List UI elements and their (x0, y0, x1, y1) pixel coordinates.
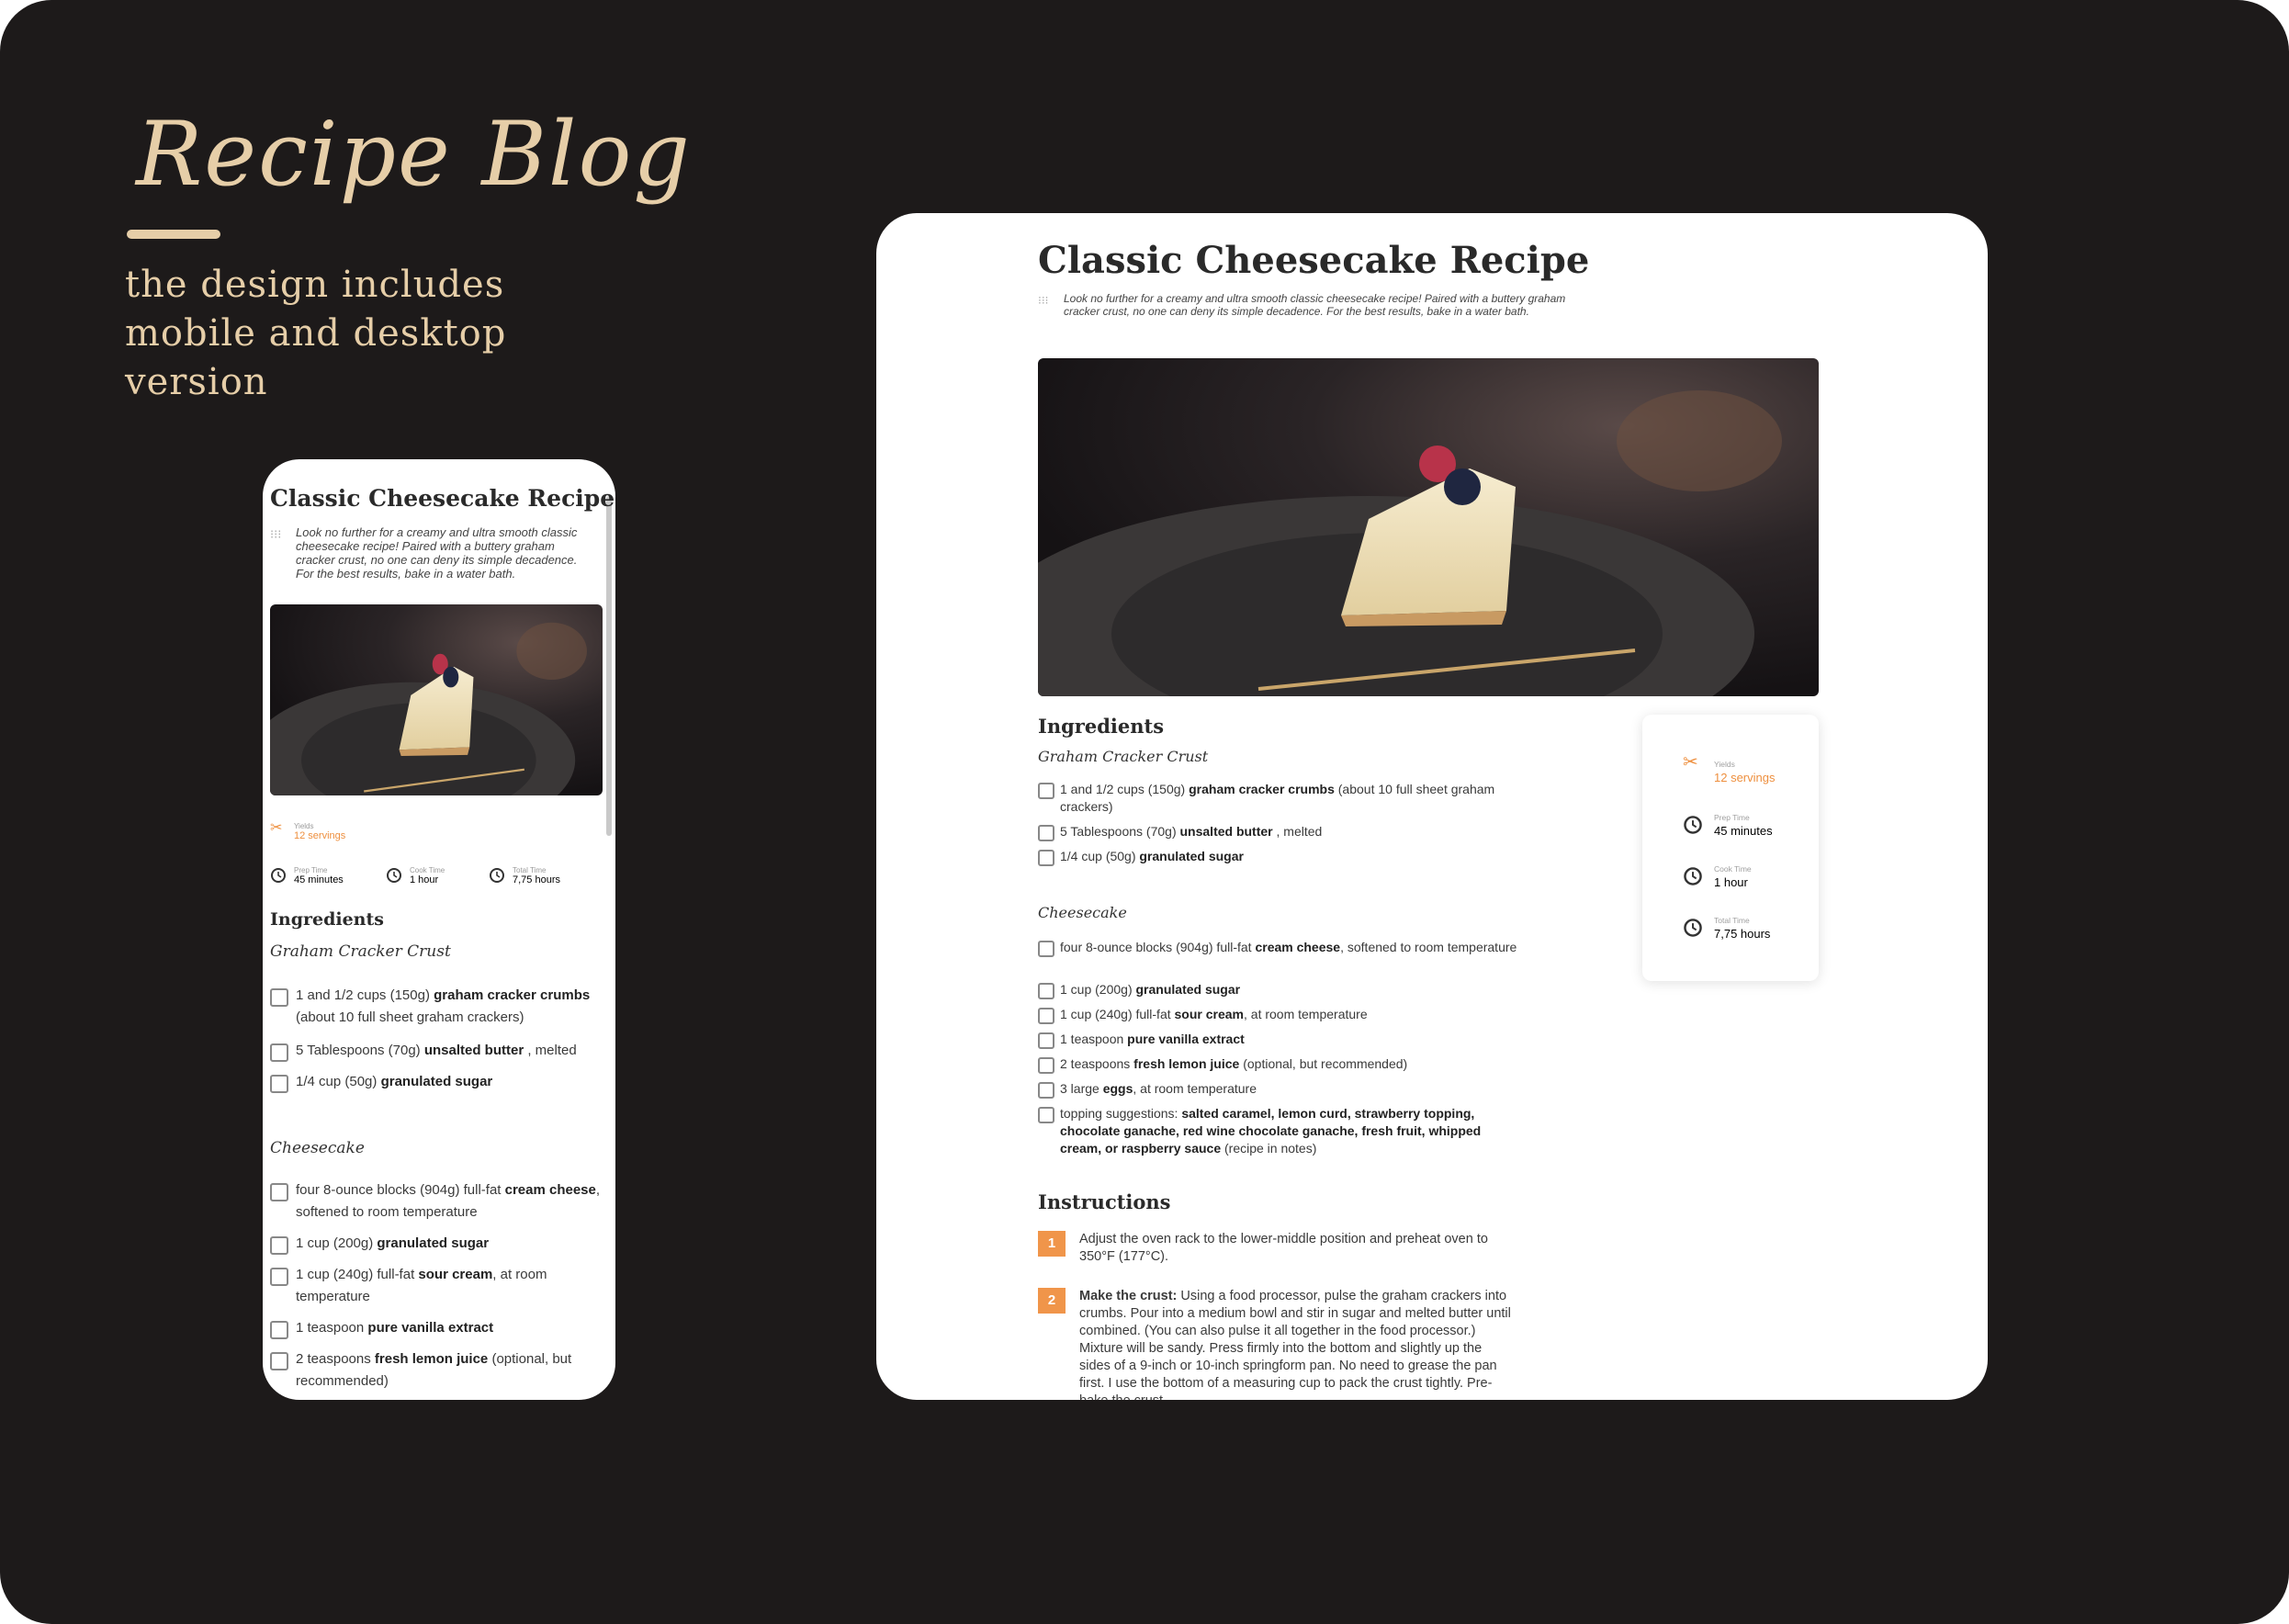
recipe-photo (1038, 358, 1819, 696)
recipe-photo (270, 604, 603, 795)
instruction-step: 2 Make the crust: Using a food processor… (1038, 1288, 1516, 1400)
ingredient-item[interactable]: 1 and 1/2 cups (150g) graham cracker cru… (1038, 781, 1525, 816)
recipe-description: ⁝⁝⁝ Look no further for a creamy and ult… (270, 525, 578, 581)
ingredients-heading: Ingredients (270, 909, 384, 930)
clock-icon (490, 868, 504, 883)
ingredient-item[interactable]: 5 Tablespoons (70g) unsalted butter , me… (270, 1040, 604, 1062)
mobile-mockup: Classic Cheesecake Recipe ⁝⁝⁝ Look no fu… (263, 459, 615, 1400)
cheesecake-heading: Cheesecake (270, 1139, 365, 1157)
checkbox-icon[interactable] (270, 1321, 288, 1339)
ingredient-item[interactable]: 1/4 cup (50g) granulated sugar (1038, 848, 1525, 866)
title-underline (127, 230, 220, 239)
fork-knife-icon: ✂ (270, 820, 283, 836)
ingredient-item[interactable]: 1 and 1/2 cups (150g) graham cracker cru… (270, 985, 604, 1029)
checkbox-icon[interactable] (270, 1043, 288, 1062)
cook-time-stat: Cook Time 1 hour (386, 865, 445, 885)
recipe-title: Classic Cheesecake Recipe (270, 485, 615, 512)
prep-time-stat: Prep Time 45 minutes (270, 865, 344, 885)
checkbox-icon[interactable] (1038, 1008, 1054, 1024)
crust-heading: Graham Cracker Crust (1038, 748, 1209, 765)
cook-time-stat: Cook Time 1 hour (1683, 863, 1752, 888)
grip-icon: ⁝⁝⁝ (1038, 294, 1049, 307)
checkbox-icon[interactable] (1038, 1107, 1054, 1123)
recipe-title: Classic Cheesecake Recipe (1038, 239, 1590, 282)
ingredient-item[interactable]: 3 large eggs, at room temperature (1038, 1080, 1525, 1099)
total-time-stat: Total Time 7,75 hours (489, 865, 560, 885)
showcase-title: Recipe Blog (136, 103, 692, 206)
scrollbar[interactable] (606, 496, 612, 836)
clock-icon (1684, 919, 1702, 937)
checkbox-icon[interactable] (1038, 983, 1054, 999)
recipe-description: ⁝⁝⁝ Look no further for a creamy and ult… (1038, 292, 1566, 318)
ingredient-item[interactable]: 1 cup (200g) granulated sugar (270, 1233, 604, 1255)
clock-icon (271, 868, 286, 883)
checkbox-icon[interactable] (1038, 850, 1054, 866)
checkbox-icon[interactable] (270, 1236, 288, 1255)
clock-icon (1684, 867, 1702, 885)
ingredient-item[interactable]: four 8-ounce blocks (904g) full-fat crea… (270, 1179, 604, 1224)
ingredient-item[interactable]: 2 teaspoons fresh lemon juice (optional,… (270, 1348, 604, 1393)
checkbox-icon[interactable] (270, 1352, 288, 1370)
showcase-background: Recipe Blog the design includes mobile a… (0, 0, 2289, 1624)
yields-stat: ✂ Yields 12 servings (270, 820, 346, 841)
cheesecake-heading: Cheesecake (1038, 904, 1127, 921)
desktop-mockup: Classic Cheesecake Recipe ⁝⁝⁝ Look no fu… (876, 213, 1988, 1400)
crust-heading: Graham Cracker Crust (270, 942, 451, 961)
ingredient-item[interactable]: 2 teaspoons fresh lemon juice (optional,… (1038, 1055, 1525, 1074)
grip-icon: ⁝⁝⁝ (270, 527, 282, 541)
ingredient-item[interactable]: 1 cup (240g) full-fat sour cream, at roo… (1038, 1006, 1525, 1024)
step-number: 2 (1038, 1288, 1066, 1314)
showcase-subtitle: the design includes mobile and desktop v… (125, 264, 507, 403)
ingredient-item[interactable]: four 8-ounce blocks (904g) full-fat crea… (1038, 939, 1525, 957)
instruction-step: 1 Adjust the oven rack to the lower-midd… (1038, 1231, 1516, 1266)
checkbox-icon[interactable] (270, 1075, 288, 1093)
checkbox-icon[interactable] (1038, 1057, 1054, 1074)
checkbox-icon[interactable] (1038, 1082, 1054, 1099)
ingredient-item[interactable]: 1 teaspoon pure vanilla extract (1038, 1031, 1525, 1049)
ingredient-item[interactable]: 1/4 cup (50g) granulated sugar (270, 1071, 604, 1093)
checkbox-icon[interactable] (1038, 941, 1054, 957)
ingredient-item[interactable]: 1 cup (240g) full-fat sour cream, at roo… (270, 1264, 604, 1308)
ingredient-item[interactable]: 1 cup (200g) granulated sugar (1038, 981, 1525, 999)
recipe-stats-card: ✂ Yields 12 servings Prep Time 45 minutes … (1642, 715, 1819, 981)
yields-stat: ✂ Yields 12 servings (1683, 752, 1776, 784)
step-number: 1 (1038, 1231, 1066, 1257)
checkbox-icon[interactable] (1038, 783, 1054, 799)
checkbox-icon[interactable] (270, 1268, 288, 1286)
ingredient-item[interactable]: 5 Tablespoons (70g) unsalted butter , me… (1038, 823, 1525, 841)
ingredients-heading: Ingredients (1038, 715, 1165, 738)
clock-icon (1684, 816, 1702, 834)
checkbox-icon[interactable] (1038, 825, 1054, 841)
ingredient-item[interactable]: 1 teaspoon pure vanilla extract (270, 1317, 604, 1339)
total-time-stat: Total Time 7,75 hours (1683, 915, 1770, 940)
prep-time-stat: Prep Time 45 minutes (1683, 812, 1773, 837)
clock-icon (387, 868, 401, 883)
instructions-heading: Instructions (1038, 1190, 1171, 1213)
checkbox-icon[interactable] (270, 988, 288, 1007)
fork-knife-icon: ✂ (1683, 752, 1698, 773)
checkbox-icon[interactable] (1038, 1032, 1054, 1049)
checkbox-icon[interactable] (270, 1183, 288, 1201)
ingredient-item[interactable]: topping suggestions: salted caramel, lem… (1038, 1105, 1525, 1157)
